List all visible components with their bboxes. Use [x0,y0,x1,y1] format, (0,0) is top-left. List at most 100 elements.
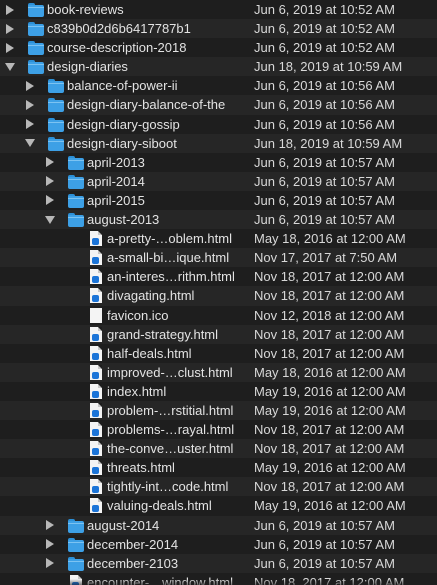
file-row[interactable]: the-conve…uster.html Nov 18, 2017 at 12:0… [0,439,437,459]
date-modified: Nov 18, 2017 at 12:00 AM [254,422,405,438]
folder-row[interactable]: design-diary-siboot Jun 18, 2019 at 10:59… [0,133,437,153]
html-document-icon [70,574,82,585]
folder-row[interactable]: design-diary-gossip Jun 6, 2019 at 10:56 … [0,115,437,134]
file-row[interactable]: a-pretty-…oblem.html May 18, 2016 at 12:0… [0,229,437,248]
disclosure-collapsed-icon[interactable] [24,115,36,134]
file-name: problems-…rayal.html [107,422,235,438]
date-modified: Jun 6, 2019 at 10:52 AM [254,40,395,56]
folder-row[interactable]: august-2013 Jun 6, 2019 at 10:57 AM [0,210,437,230]
file-row[interactable]: half-deals.html Nov 18, 2017 at 12:00 AM [0,344,437,363]
file-name: december-2103 [87,555,179,571]
file-row[interactable]: problem-…rstitial.html May 19, 2016 at 12… [0,400,437,421]
file-name: an-interes…rithm.html [107,269,235,285]
disclosure-collapsed-icon[interactable] [4,38,16,57]
date-modified: May 18, 2016 at 12:00 AM [254,231,406,247]
disclosure-collapsed-icon[interactable] [24,76,36,95]
file-row[interactable]: tightly-int…code.html Nov 18, 2017 at 12:… [0,477,437,497]
file-name: august-2013 [87,212,160,228]
disclosure-expanded-icon[interactable] [24,134,36,153]
date-modified: Jun 6, 2019 at 10:56 AM [254,116,395,132]
html-document-icon [90,231,102,247]
html-document-icon [90,441,102,457]
date-modified: Nov 18, 2017 at 12:00 AM [254,326,405,342]
date-modified: May 19, 2016 at 12:00 AM [254,383,406,399]
file-name: april-2013 [87,154,145,170]
file-name: divagating.html [107,288,195,304]
date-modified: Nov 18, 2017 at 12:00 AM [254,479,405,495]
file-name: august-2014 [87,517,160,533]
blank-file-icon [90,307,102,323]
date-modified: Nov 18, 2017 at 12:00 AM [254,574,405,585]
folder-icon [68,518,84,533]
html-document-icon [90,326,102,342]
disclosure-collapsed-icon[interactable] [24,95,36,114]
file-row[interactable]: divagating.html Nov 18, 2017 at 12:00 AM [0,286,437,306]
file-name: design-diary-siboot [67,135,177,151]
date-modified: Jun 18, 2019 at 10:59 AM [254,135,403,151]
disclosure-expanded-icon[interactable] [44,210,56,229]
date-modified: Jun 18, 2019 at 10:59 AM [254,59,403,75]
disclosure-collapsed-icon[interactable] [4,0,16,19]
folder-row[interactable]: book-reviews Jun 6, 2019 at 10:52 AM [0,0,437,19]
date-modified: Nov 18, 2017 at 12:00 AM [254,441,405,457]
folder-icon [68,213,84,228]
file-name: valuing-deals.html [107,498,212,514]
disclosure-collapsed-icon[interactable] [44,172,56,191]
file-row[interactable]: favicon.ico Nov 12, 2018 at 12:00 AM [0,306,437,325]
disclosure-collapsed-icon[interactable] [44,535,56,554]
html-document-icon [90,479,102,495]
file-row[interactable]: index.html May 19, 2016 at 12:00 AM [0,382,437,401]
html-document-icon [90,498,102,514]
folder-row[interactable]: august-2014 Jun 6, 2019 at 10:57 AM [0,515,437,535]
file-name: the-conve…uster.html [107,441,234,457]
html-document-icon [90,250,102,266]
folder-row[interactable]: c839b0d2d6b6417787b1 Jun 6, 2019 at 10:52… [0,19,437,39]
file-row[interactable]: an-interes…rithm.html Nov 18, 2017 at 12:… [0,267,437,286]
folder-row[interactable]: balance-of-power-ii Jun 6, 2019 at 10:56 … [0,76,437,95]
folder-row[interactable]: december-2014 Jun 6, 2019 at 10:57 AM [0,535,437,554]
file-row[interactable]: grand-strategy.html Nov 18, 2017 at 12:00… [0,324,437,344]
file-name: problem-…rstitial.html [107,402,234,418]
folder-icon [28,3,44,17]
date-modified: May 18, 2016 at 12:00 AM [254,364,406,380]
disclosure-collapsed-icon[interactable] [44,554,56,573]
folder-row[interactable]: april-2013 Jun 6, 2019 at 10:57 AM [0,153,437,172]
folder-row[interactable]: design-diary-balance-of-the Jun 6, 2019 a… [0,95,437,115]
file-row[interactable]: improved-…clust.html May 18, 2016 at 12:0… [0,362,437,382]
html-document-icon [90,422,102,438]
file-name: april-2015 [87,192,145,208]
file-list: book-reviews Jun 6, 2019 at 10:52 AM c839b… [0,0,437,585]
folder-row[interactable]: december-2103 Jun 6, 2019 at 10:57 AM [0,553,437,573]
folder-row[interactable]: april-2015 Jun 6, 2019 at 10:57 AM [0,191,437,210]
file-name: encounter-…window.html [87,574,233,585]
date-modified: Nov 12, 2018 at 12:00 AM [254,307,405,323]
disclosure-collapsed-icon[interactable] [44,516,56,535]
folder-row[interactable]: design-diaries Jun 18, 2019 at 10:59 AM [0,57,437,77]
date-modified: Jun 6, 2019 at 10:57 AM [254,192,395,208]
file-name: c839b0d2d6b6417787b1 [47,21,191,37]
file-name: threats.html [107,460,175,476]
folder-icon [48,79,64,94]
file-row[interactable]: a-small-bi…ique.html Nov 17, 2017 at 7:50… [0,248,437,268]
file-row[interactable]: encounter-…window.html Nov 18, 2017 at 12… [0,573,437,585]
file-name: improved-…clust.html [107,364,233,380]
folder-icon [68,174,84,189]
date-modified: Jun 6, 2019 at 10:57 AM [254,154,395,170]
folder-icon [68,556,84,571]
disclosure-collapsed-icon[interactable] [44,153,56,172]
folder-row[interactable]: course-description-2018 Jun 6, 2019 at 10… [0,38,437,57]
folder-icon [48,117,64,132]
disclosure-collapsed-icon[interactable] [44,191,56,210]
folder-row[interactable]: april-2014 Jun 6, 2019 at 10:57 AM [0,171,437,191]
disclosure-expanded-icon[interactable] [4,57,16,76]
disclosure-collapsed-icon[interactable] [4,19,16,38]
folder-icon [68,155,84,170]
file-row[interactable]: valuing-deals.html May 19, 2016 at 12:00 … [0,496,437,515]
file-name: tightly-int…code.html [107,479,229,495]
file-row[interactable]: problems-…rayal.html Nov 18, 2017 at 12:0… [0,420,437,439]
date-modified: Jun 6, 2019 at 10:56 AM [254,97,395,113]
file-row[interactable]: threats.html May 19, 2016 at 12:00 AM [0,458,437,477]
date-modified: Jun 6, 2019 at 10:57 AM [254,173,395,189]
file-name: half-deals.html [107,345,192,361]
file-name: book-reviews [47,2,124,17]
